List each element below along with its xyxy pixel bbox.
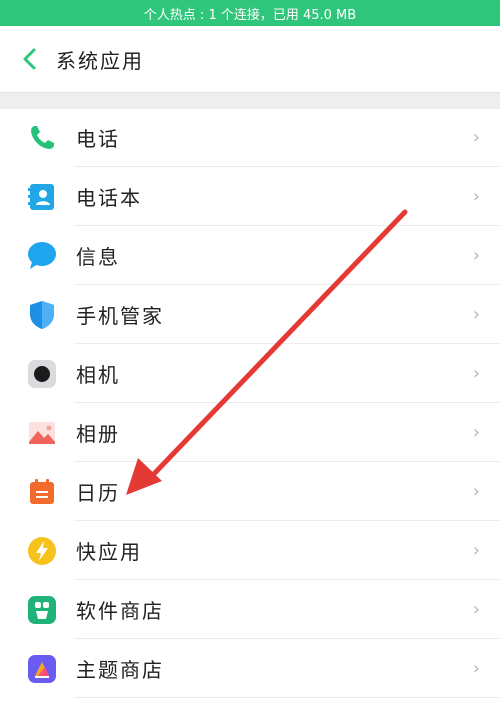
list-item-label: 日历 [76,481,120,505]
shield-icon [30,301,54,329]
list-item-quick-app[interactable]: 快应用 › [0,521,500,580]
chevron-right-icon: › [472,127,480,148]
list-item-calendar[interactable]: 日历 › [0,462,500,521]
app-store-icon [28,596,56,624]
list-item-gallery[interactable]: 相册 › [0,403,500,462]
calendar-icon [30,479,54,504]
list-item-label: 相机 [76,363,120,387]
list-item-camera[interactable]: 相机 › [0,344,500,403]
chevron-right-icon: › [472,304,480,325]
chevron-right-icon: › [472,658,480,679]
back-arrow-icon [23,48,36,70]
list-item-phone[interactable]: 电话 › [0,108,500,167]
header: 系统应用 [0,26,500,92]
list-item-label: 相册 [76,422,120,446]
quick-app-icon [28,537,56,565]
list-item-label: 电话 [76,127,120,151]
chevron-right-icon: › [472,481,480,502]
phone-icon [31,126,54,149]
camera-icon [28,360,56,388]
list-item-label: 主题商店 [76,658,164,682]
back-button[interactable] [18,47,42,71]
list-item-label: 快应用 [76,540,142,564]
list-item-phone-manager[interactable]: 手机管家 › [0,285,500,344]
list-item-label: 手机管家 [76,304,164,328]
list-item-theme-store[interactable]: 主题商店 › [0,639,500,698]
chevron-right-icon: › [472,363,480,384]
chevron-right-icon: › [472,599,480,620]
chevron-right-icon: › [472,540,480,561]
list-item-label: 信息 [76,245,120,269]
list-item-label: 软件商店 [76,599,164,623]
status-text: 个人热点 : 1 个连接，已用 45.0 MB [143,7,357,23]
page-title: 系统应用 [56,48,144,73]
app-list: 电话 › 电话本 › 信息 › 手机管家 › 相机 › 相册 › 日历 › 快应… [0,108,500,698]
gallery-icon [29,422,55,444]
chevron-right-icon: › [472,422,480,443]
list-item-messages[interactable]: 信息 › [0,226,500,285]
theme-store-icon [28,655,56,683]
status-bar: 个人热点 : 1 个连接，已用 45.0 MB [0,0,500,26]
list-item-contacts[interactable]: 电话本 › [0,167,500,226]
contacts-icon [28,184,54,210]
message-icon [28,242,56,269]
section-divider [0,92,500,109]
list-item-label: 电话本 [76,186,142,210]
list-item-app-store[interactable]: 软件商店 › [0,580,500,639]
chevron-right-icon: › [472,186,480,207]
chevron-right-icon: › [472,245,480,266]
